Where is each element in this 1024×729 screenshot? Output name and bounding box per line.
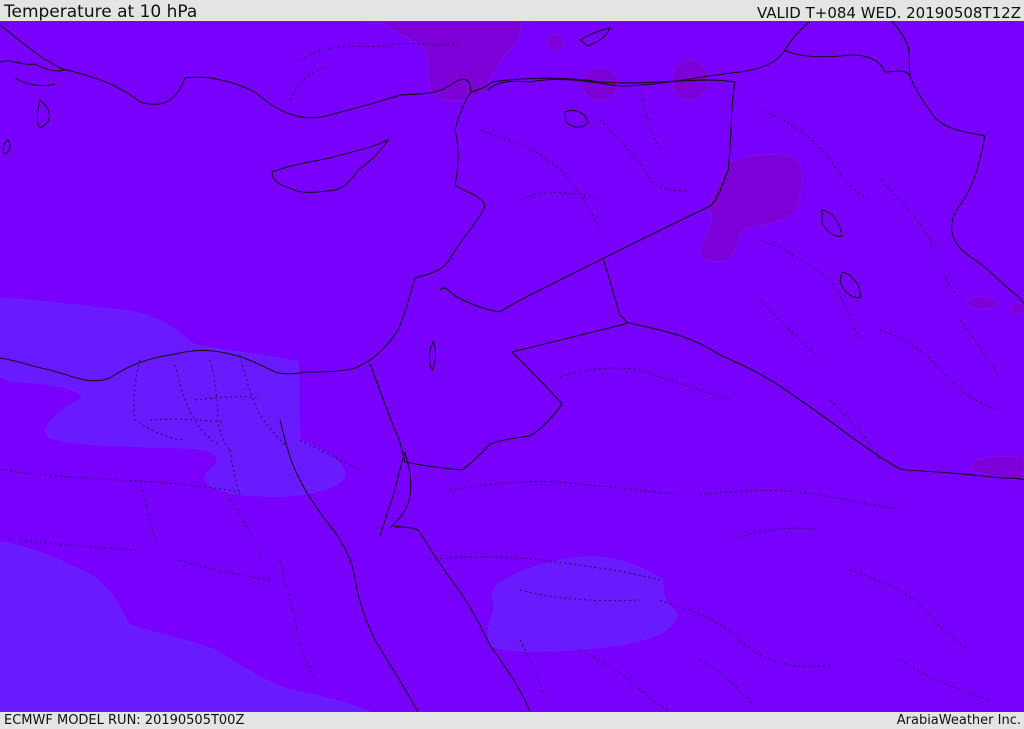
model-run: ECMWF MODEL RUN: 20190505T00Z — [4, 713, 245, 728]
valid-time: VALID T+084 WED. 20190508T12Z — [756, 4, 1021, 22]
map-header: Temperature at 10 hPa VALID T+084 WED. 2… — [0, 0, 1024, 21]
map-title: Temperature at 10 hPa — [4, 2, 198, 22]
warm-spot-5 — [1009, 302, 1024, 314]
credit: ArabiaWeather Inc. — [896, 713, 1021, 728]
temperature-map — [0, 21, 1024, 712]
warm-spot-4 — [966, 296, 998, 310]
warm-spot-1 — [581, 67, 619, 101]
warm-spot-3 — [546, 33, 564, 51]
map-footer: ECMWF MODEL RUN: 20190505T00Z ArabiaWeat… — [0, 712, 1024, 729]
